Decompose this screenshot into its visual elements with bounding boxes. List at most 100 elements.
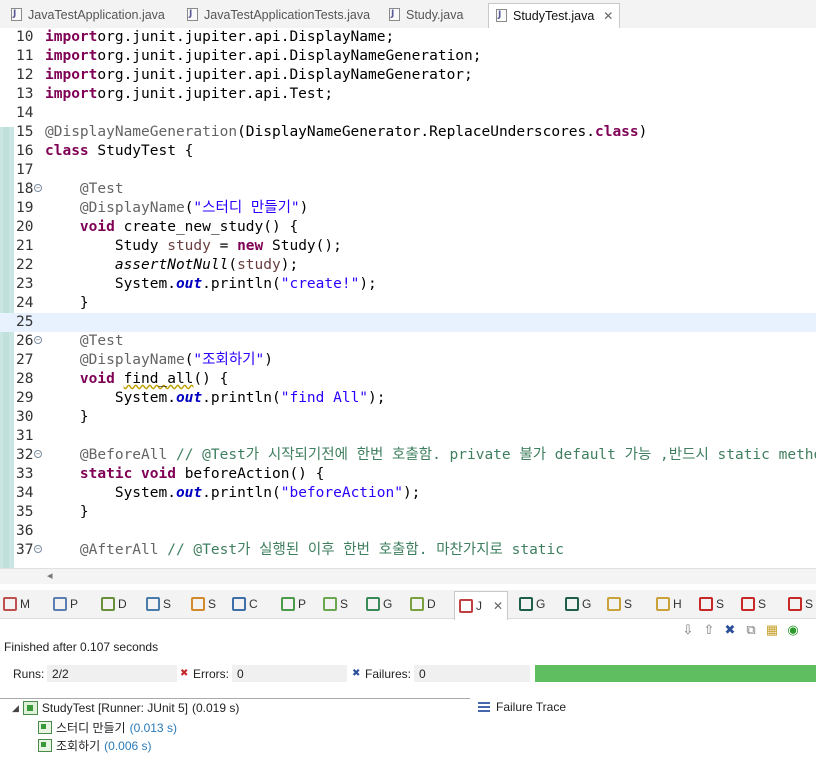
view-tab-gradle[interactable]: G <box>565 590 591 618</box>
view-tab-debug-shell[interactable]: D <box>410 590 436 618</box>
previous-failure-icon[interactable]: ⇧ <box>701 622 717 638</box>
view-tab-servers[interactable]: S <box>146 590 171 618</box>
code-line[interactable]: 33 static void beforeAction() { <box>0 465 816 484</box>
code-line[interactable]: 12 importorg.junit.jupiter.api.DisplayNam… <box>0 66 816 85</box>
gradle-executions-icon <box>519 597 533 611</box>
code-line[interactable]: 37− @AfterAll // @Test가 실행된 이후 한번 호출함. 마… <box>0 541 816 560</box>
stop-sign2-icon <box>741 597 755 611</box>
code-line[interactable]: 27 @DisplayName("조회하기") <box>0 351 816 370</box>
horizontal-scrollbar[interactable]: ◂ <box>0 568 816 584</box>
code-line[interactable]: 32− @BeforeAll // @Test가 시작되기전에 한번 호출함. … <box>0 446 816 465</box>
view-tab-gradle-executions[interactable]: G <box>519 590 545 618</box>
code-token: } <box>45 295 89 311</box>
code-token: @Test <box>79 181 124 197</box>
code-token: System. <box>45 390 176 406</box>
close-icon[interactable]: ✕ <box>603 9 613 23</box>
code-token: new <box>237 238 264 254</box>
fold-toggle-icon[interactable]: − <box>34 336 42 344</box>
tab-java-test-application[interactable]: J JavaTestApplication.java <box>4 3 171 27</box>
code-line[interactable]: 34 System.out.println("beforeAction"); <box>0 484 816 503</box>
code-line[interactable]: 36 <box>0 522 816 541</box>
suite-name: StudyTest [Runner: JUnit 5] <box>41 701 188 715</box>
view-tab-label: S <box>208 597 217 611</box>
view-tab-label: S <box>340 597 349 611</box>
tab-label: JavaTestApplicationTests.java <box>204 8 371 22</box>
code-editor[interactable]: 10 importorg.junit.jupiter.api.DisplayNam… <box>0 28 816 568</box>
code-line[interactable]: 31 <box>0 427 816 446</box>
code-line[interactable]: 18− @Test <box>0 180 816 199</box>
view-tab-stop-sign[interactable]: S <box>699 590 724 618</box>
code-line[interactable]: 10 importorg.junit.jupiter.api.DisplayNam… <box>0 28 816 47</box>
view-tab-label: S <box>758 597 767 611</box>
view-tab-properties[interactable]: P <box>53 590 78 618</box>
code-line[interactable]: 28 void find_all() { <box>0 370 816 389</box>
code-line[interactable]: 11 importorg.junit.jupiter.api.DisplayNam… <box>0 47 816 66</box>
code-line[interactable]: 23 System.out.println("create!"); <box>0 275 816 294</box>
test-case-node[interactable]: 스터디 만들기 (0.013 s) <box>38 719 177 736</box>
code-line[interactable]: 35 } <box>0 503 816 522</box>
view-tab-debug[interactable]: D <box>101 590 127 618</box>
next-failure-icon[interactable]: ⇩ <box>680 622 696 638</box>
view-tab-markers[interactable]: M <box>3 590 30 618</box>
code-token: ); <box>368 390 386 406</box>
test-name: 스터디 만들기 <box>56 721 126 735</box>
java-file-icon: J <box>10 8 23 22</box>
run-icon[interactable]: ◉ <box>785 622 801 638</box>
test-case-node[interactable]: 조회하기 (0.006 s) <box>38 737 152 754</box>
code-token: () { <box>193 371 229 387</box>
code-line[interactable]: 13 importorg.junit.jupiter.api.Test; <box>0 85 816 104</box>
test-suite-node[interactable]: ◢ StudyTest [Runner: JUnit 5] (0.019 s) <box>12 701 239 715</box>
code-line[interactable]: 19 @DisplayName("스터디 만들기") <box>0 199 816 218</box>
code-line[interactable]: 20 void create_new_study() { <box>0 218 816 237</box>
show-failures-only-icon[interactable]: ✖ <box>722 622 738 638</box>
expand-arrow-icon[interactable]: ◢ <box>12 703 19 714</box>
rerun-icon[interactable]: ▦ <box>764 622 780 638</box>
tab-java-test-application-tests[interactable]: J JavaTestApplicationTests.java <box>180 3 376 27</box>
fold-toggle-icon[interactable]: − <box>34 545 42 553</box>
view-tab-spring[interactable]: S <box>323 590 348 618</box>
code-line[interactable]: 17 <box>0 161 816 180</box>
line-number: 30 <box>16 409 34 425</box>
code-line[interactable]: 21 Study study = new Study(); <box>0 237 816 256</box>
code-text: class StudyTest { <box>45 142 193 161</box>
test-pass-icon <box>38 739 52 752</box>
code-line[interactable]: 15 @DisplayNameGeneration(DisplayNameGene… <box>0 123 816 142</box>
scroll-left-arrow-icon[interactable]: ◂ <box>47 569 53 584</box>
code-text: System.out.println("find All"); <box>45 389 386 408</box>
runs-value: 2/2 <box>52 667 69 681</box>
code-line[interactable]: 16 class StudyTest { <box>0 142 816 161</box>
search-icon <box>191 597 205 611</box>
code-token: import <box>45 86 98 102</box>
view-tab-stop-sign2[interactable]: S <box>741 590 766 618</box>
code-line[interactable]: 25 <box>0 313 816 332</box>
close-icon[interactable]: ✕ <box>493 599 503 613</box>
view-tab-junit[interactable]: J ✕ <box>454 591 509 620</box>
view-tab-console[interactable]: C <box>232 590 258 618</box>
tab-study-test[interactable]: J StudyTest.java ✕ <box>488 3 621 28</box>
code-text: assertNotNull(study); <box>45 256 298 275</box>
line-number: 17 <box>16 162 34 178</box>
view-tab-search[interactable]: S <box>191 590 216 618</box>
view-tab-history[interactable]: H <box>656 590 682 618</box>
tab-study[interactable]: J Study.java <box>382 3 469 27</box>
code-token: @DisplayName <box>79 200 185 216</box>
fold-toggle-icon[interactable]: − <box>34 450 42 458</box>
code-line[interactable]: 14 <box>0 104 816 123</box>
view-tab-gradle-tasks[interactable]: G <box>366 590 392 618</box>
code-line[interactable]: 22 assertNotNull(study); <box>0 256 816 275</box>
view-tab-label: P <box>298 597 307 611</box>
code-token: System. <box>45 485 176 501</box>
scroll-lock-icon[interactable]: ⧉ <box>743 622 759 638</box>
view-tab-help[interactable]: S <box>788 590 813 618</box>
view-tab-progress[interactable]: P <box>281 590 306 618</box>
fold-toggle-icon[interactable]: − <box>34 184 42 192</box>
view-tab-synchronize[interactable]: S <box>607 590 632 618</box>
test-progress-bar <box>535 665 816 682</box>
code-text: @DisplayNameGeneration(DisplayNameGenera… <box>45 123 647 142</box>
code-line[interactable]: 26− @Test <box>0 332 816 351</box>
code-line[interactable]: 24 } <box>0 294 816 313</box>
test-suite-icon <box>22 701 38 715</box>
code-line[interactable]: 29 System.out.println("find All"); <box>0 389 816 408</box>
view-tab-label: S <box>805 597 814 611</box>
code-line[interactable]: 30 } <box>0 408 816 427</box>
